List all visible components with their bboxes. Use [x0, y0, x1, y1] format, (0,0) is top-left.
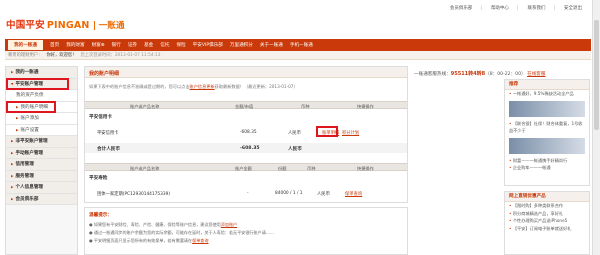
nav-item-my-account[interactable]: 我的一账通 [8, 40, 43, 50]
tips-box: 温馨提示： ● 如果您有平安财险、寿险、产险、健康、保险等账户信息，建议您使用添… [84, 207, 408, 255]
arrow-icon: ▶ [11, 196, 14, 201]
arrow-icon: ▶ [11, 162, 14, 166]
promo-image[interactable] [509, 100, 585, 117]
nav-item[interactable]: 基金 [144, 42, 153, 48]
arrow-icon: ▶ [16, 116, 19, 120]
arrow-icon: ▶ [11, 150, 14, 155]
arrow-icon: ▶ [16, 127, 19, 132]
table-row: 平安信用卡 -608.35 人民币 账单明细 积分计划 [97, 130, 360, 136]
tips-title: 温馨提示： [89, 213, 112, 218]
sub-nav: 尊贵的理财用户： 你好，欢迎您！ 您上次登录时间：2013-01-07 11:5… [5, 51, 591, 60]
top-links: 会员俱乐部 帮助中心 联系我们 安全退出 [450, 5, 590, 11]
update-account-link[interactable]: 账户信息更新 [190, 84, 215, 89]
table-header: 账户或产品名称 账户金额 份额 币种 快捷操作 [85, 163, 407, 171]
arrow-icon: ▶ [11, 185, 14, 189]
sidebar-item-my-account[interactable]: ▶ 我的一账通 [6, 67, 77, 79]
top-link[interactable]: 帮助中心 [491, 5, 519, 11]
sidebar-item-profile[interactable]: ▶ 个人信息管理 [6, 182, 77, 194]
nav-item[interactable]: 首页 [50, 42, 59, 48]
tip-line: ● 平安明细页面只显示您所有的有效保单，若有需要请在保单查询 [89, 238, 209, 243]
nav-item[interactable]: 万里通积分 [230, 42, 253, 48]
sidebar-item-non-pingan[interactable]: ▶ 非平安账户管理 [6, 136, 77, 148]
scrollbar-thumb[interactable] [594, 20, 599, 130]
products-box: 网上直销优惠产品 • 【限时购】多种类联系合作 • 积分商城精选产品，享好礼 •… [504, 191, 590, 255]
total-row: 合计人民币 -608.35 人民币 [85, 143, 407, 153]
nav-item[interactable]: 信托 [160, 42, 169, 48]
nav-item[interactable]: 财富⊕ [92, 42, 105, 48]
product-item[interactable]: • 【平安】订阅电子账单就送好礼 [505, 225, 589, 233]
sidebar-item-assets[interactable]: 我的资产负债 [6, 90, 77, 102]
last-login-time: 您上次登录时间：2013-01-07 11:54:13 [80, 53, 161, 58]
account-details-card: 我的账户明细 如果下表中的账户信息不准确或是过期的，您可以点击账户信息更新获取最… [84, 66, 408, 203]
arrow-icon: ▶ [11, 70, 14, 74]
policy-query-tip-link[interactable]: 保单查询 [192, 238, 208, 243]
promo-item[interactable]: • 财富——一帐通携手好精尚行 [505, 157, 589, 165]
highlight-box [6, 78, 69, 90]
tip-line: ● 通过一账通同步的账户余额为您的实际余额，可能存在延时，关于人寿险：若无平安银… [89, 230, 274, 235]
main-nav: 我的一账通 首页 我的财富 财富⊕ 银行 证券 基金 信托 保险 平安VIP俱乐… [5, 39, 591, 51]
arrow-icon: ▶ [11, 173, 14, 178]
sidebar-item-account-settings[interactable]: ▶ 账户设置 [6, 124, 77, 136]
sidebar-item-manual[interactable]: ▶ 手动账户管理 [6, 147, 77, 159]
product-item[interactable]: • 个性办理购买产品送iPhone5 [505, 217, 589, 225]
sidebar-item-add-account[interactable]: ▶ 账户添加 [6, 113, 77, 125]
top-link[interactable]: 联系我们 [527, 5, 555, 11]
product-item[interactable]: • 积分商城精选产品，享好礼 [505, 210, 589, 218]
subnav-user: 你好，欢迎您！ [46, 53, 77, 58]
section-life-insurance: 平安寿险 [89, 176, 108, 181]
policy-query-link[interactable]: 保单查询 [345, 191, 362, 197]
sidebar-item-credit[interactable]: ▶ 信用管理 [6, 159, 77, 171]
promo-item[interactable]: • 企业购车——一帐通 [505, 164, 589, 172]
nav-item[interactable]: 保险 [176, 42, 185, 48]
top-link[interactable]: 会员俱乐部 [450, 5, 482, 11]
main-content: 我的账户明细 如果下表中的账户信息不准确或是过期的，您可以点击账户信息更新获取最… [84, 66, 408, 255]
nav-item[interactable]: 银行 [112, 42, 121, 48]
online-service-link[interactable]: 在线客服 [527, 72, 545, 77]
promo-title: 推荐 [505, 80, 589, 90]
promo-item[interactable]: • 一帐通好，9.5%稀缺活动全产品 [505, 90, 589, 98]
right-column: 一账通客服热线：95511转4转8（8：00-22：00） 在线客服 推荐 • … [414, 66, 590, 255]
section-credit-card: 平安信用卡 [89, 115, 112, 120]
arrow-icon: ▶ [11, 139, 14, 143]
nav-item[interactable]: 手机一账通 [290, 42, 313, 48]
top-link[interactable]: 安全退出 [564, 5, 590, 11]
nav-item[interactable]: 平安VIP俱乐部 [193, 42, 223, 48]
tip-line: ● 如果您有平安财险、寿险、产险、健康、保险等账户信息，建议您使用添加账户 [89, 222, 238, 227]
hotline: 一账通客服热线：95511转4转8（8：00-22：00） 在线客服 [414, 71, 546, 77]
promo-box: 推荐 • 一帐通好，9.5%稀缺活动全产品 • 【联合银】社保！财合体重复，1号… [504, 79, 590, 186]
top-bar: 中国平安PINGAN一账通 会员俱乐部 帮助中心 联系我们 安全退出 [0, 0, 600, 35]
subnav-prefix: 尊贵的理财用户： [8, 53, 43, 58]
scrollbar[interactable] [592, 0, 600, 255]
sidebar: ▶ 我的一账通 ▼ 平安账户管理 我的资产负债 ▶ 我的账户明细 ▶ 账户添加 ▶ 账户设… [5, 66, 78, 255]
add-account-link[interactable]: 添加账户 [221, 222, 237, 227]
update-notice: 如果下表中的账户信息不准确或是过期的，您可以点击账户信息更新获取最新数据！（最近… [89, 84, 298, 89]
nav-item[interactable]: 证券 [128, 42, 137, 48]
nav-item[interactable]: 我的财富 [66, 42, 84, 48]
highlight-box [6, 101, 56, 113]
page-title: 我的账户明细 [85, 67, 407, 78]
brand-logo[interactable]: 中国平安 PINGAN 一账通 [6, 17, 125, 31]
product-item[interactable]: • 【限时购】多种类联系合作 [505, 202, 589, 210]
promo-item[interactable]: • 【联合银】社保！财合体重复，1号收益不少于 [505, 120, 589, 135]
sidebar-item-club[interactable]: ▶ 会员俱乐部 [6, 193, 77, 205]
table-header: 账户或产品名称 金额/市值 币种 快捷操作 [85, 101, 407, 109]
nav-item[interactable]: 关于一账通 [260, 42, 283, 48]
table-row: 团体一家定期(PC12930144175339) - 84000 / 1 / 1… [97, 191, 363, 197]
promo-image[interactable] [509, 137, 585, 154]
highlight-box [316, 126, 338, 137]
products-title: 网上直销优惠产品 [505, 192, 589, 202]
sidebar-item-service[interactable]: ▶ 服务管理 [6, 170, 77, 182]
points-link[interactable]: 积分计划 [342, 130, 359, 136]
